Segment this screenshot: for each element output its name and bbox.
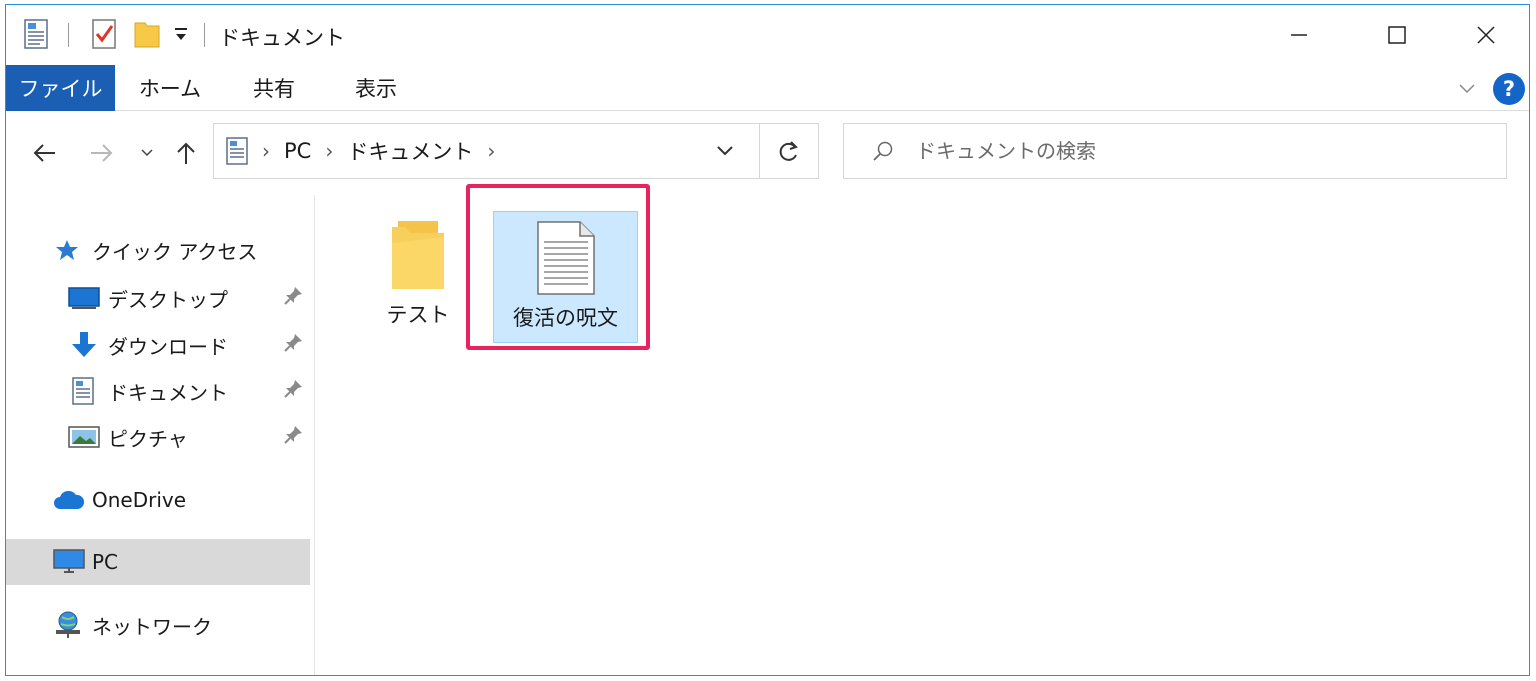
new-folder-icon[interactable] [133, 19, 161, 53]
explorer-window: ドキュメント ファイル ホーム 共有 表示 ? › PC › ドキュメント › … [5, 4, 1530, 676]
back-arrow-icon [33, 144, 55, 162]
nav-label: デスクトップ [108, 287, 228, 312]
navigation-pane: クイック アクセス デスクトップ ダウンロード ドキュメント ピクチャ OneD… [6, 195, 315, 675]
minimize-button[interactable] [1255, 5, 1343, 65]
breadcrumb-separator-icon[interactable]: › [262, 139, 270, 163]
pin-icon[interactable] [282, 378, 304, 405]
forward-arrow-icon [91, 144, 113, 162]
breadcrumb-pc[interactable]: PC [284, 139, 311, 163]
forward-button[interactable] [82, 133, 122, 173]
tab-view[interactable]: 表示 [339, 65, 413, 111]
nav-label: PC [92, 550, 119, 574]
chevron-down-icon [1459, 84, 1475, 94]
star-icon [54, 238, 80, 262]
nav-label: クイック アクセス [92, 239, 258, 264]
documents-icon [72, 377, 94, 405]
nav-label: ダウンロード [108, 334, 228, 359]
breadcrumb-separator-icon[interactable]: › [487, 139, 495, 163]
close-icon [1477, 26, 1495, 44]
toolbar-separator [204, 23, 205, 47]
refresh-button[interactable] [760, 123, 819, 179]
maximize-icon [1388, 26, 1406, 44]
nav-item-network[interactable]: ネットワーク [6, 602, 310, 648]
search-input[interactable] [916, 139, 1476, 163]
address-history-button[interactable] [714, 139, 736, 165]
computer-icon [52, 548, 86, 576]
nav-item-pictures[interactable]: ピクチャ [6, 414, 310, 460]
up-button[interactable] [166, 133, 206, 173]
nav-item-pc[interactable]: PC [6, 539, 310, 585]
tab-share[interactable]: 共有 [238, 65, 310, 111]
pin-icon[interactable] [282, 424, 304, 451]
tab-home[interactable]: ホーム [124, 65, 216, 111]
search-icon [872, 140, 894, 162]
expand-ribbon-button[interactable] [1456, 77, 1478, 103]
search-box[interactable] [843, 123, 1507, 179]
file-name: テスト [386, 303, 450, 327]
address-bar[interactable]: › PC › ドキュメント › [213, 123, 760, 179]
refresh-icon [779, 141, 798, 161]
cloud-icon [52, 489, 84, 511]
properties-checkmark-icon[interactable] [92, 19, 118, 53]
document-icon[interactable] [24, 19, 48, 53]
toolbar-separator [68, 23, 69, 47]
breadcrumb-documents[interactable]: ドキュメント [347, 136, 473, 166]
highlight-annotation-box [466, 184, 650, 350]
nav-item-desktop[interactable]: デスクトップ [6, 275, 310, 321]
window-title: ドキュメント [219, 26, 345, 50]
recent-locations-button[interactable] [136, 133, 158, 173]
nav-quick-access[interactable]: クイック アクセス [6, 227, 310, 273]
minimize-icon [1291, 34, 1307, 36]
nav-label: ドキュメント [108, 380, 228, 405]
pin-icon[interactable] [282, 332, 304, 359]
desktop-icon [68, 286, 100, 310]
nav-label: OneDrive [92, 488, 187, 512]
back-button[interactable] [24, 133, 64, 173]
breadcrumb-separator-icon[interactable]: › [325, 139, 333, 163]
nav-item-onedrive[interactable]: OneDrive [6, 477, 310, 523]
folder-icon [392, 221, 444, 289]
nav-item-downloads[interactable]: ダウンロード [6, 322, 310, 368]
title-bar: ドキュメント [6, 5, 1529, 65]
chevron-down-icon [141, 149, 153, 157]
help-button[interactable]: ? [1493, 73, 1525, 105]
network-icon [52, 610, 84, 640]
nav-label: ネットワーク [92, 614, 212, 639]
pictures-icon [68, 425, 100, 449]
documents-location-icon [226, 137, 248, 165]
close-button[interactable] [1442, 5, 1529, 65]
up-arrow-icon [177, 142, 195, 164]
tab-file[interactable]: ファイル [6, 65, 115, 111]
chevron-down-icon [717, 146, 733, 156]
nav-label: ピクチャ [108, 426, 188, 451]
pin-icon[interactable] [282, 285, 304, 312]
file-item-folder[interactable]: テスト [378, 217, 458, 347]
ribbon-tabs: ファイル ホーム 共有 表示 ? [6, 65, 1529, 111]
download-arrow-icon [68, 330, 100, 360]
nav-item-documents[interactable]: ドキュメント [6, 368, 310, 414]
customize-toolbar-dropdown-icon[interactable] [173, 25, 189, 47]
maximize-button[interactable] [1353, 5, 1441, 65]
